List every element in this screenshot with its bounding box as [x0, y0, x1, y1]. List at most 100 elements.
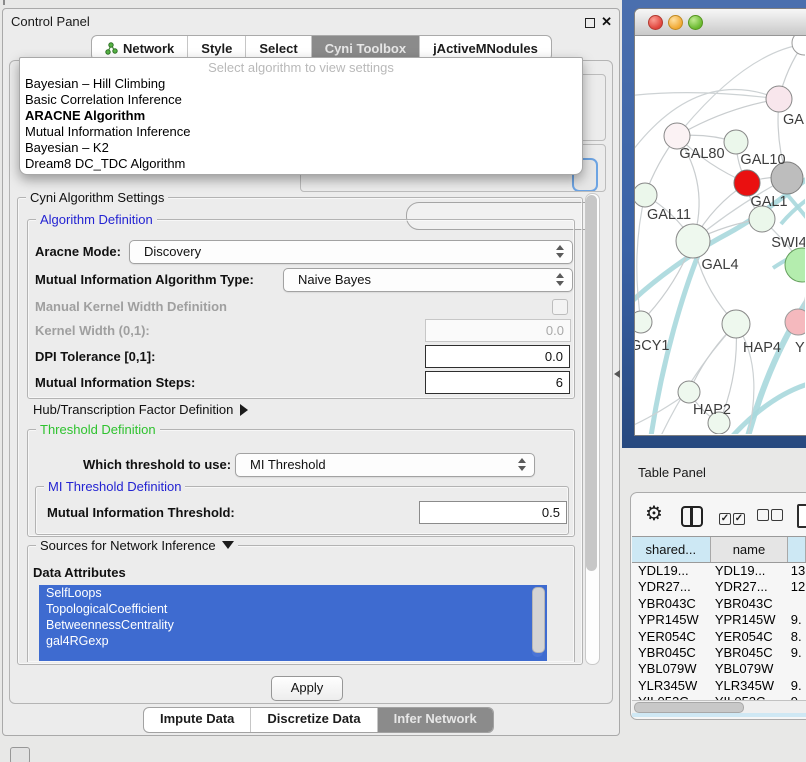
attributes-scrollbar[interactable]: [532, 587, 543, 657]
table-hscrollbar-thumb[interactable]: [634, 702, 744, 713]
algorithm-option-basic-correlation-inference[interactable]: Basic Correlation Inference: [20, 92, 582, 108]
kernel-width-label: Kernel Width (0,1):: [35, 319, 150, 342]
control-panel-window: Control Panel ✕ NetworkStyleSelectCyni T…: [2, 8, 620, 736]
settings-scrollbar-thumb[interactable]: [586, 195, 597, 571]
table-cell: YER054C: [709, 629, 785, 645]
tab-label: Cyni Toolbox: [325, 41, 406, 56]
node-attribute-table[interactable]: shared...nameYDL19...YDL19...13YDR27...Y…: [632, 536, 806, 711]
network-node[interactable]: [792, 36, 805, 55]
node-label-hap4: HAP4: [743, 340, 781, 356]
zoom-traffic-light-icon[interactable]: [688, 15, 703, 30]
table-cell: YER054C: [632, 629, 709, 645]
algorithm-option-mutual-information-inference[interactable]: Mutual Information Inference: [20, 124, 582, 140]
table-row[interactable]: YBR045CYBR045C9.: [632, 645, 806, 661]
split-pane-handle[interactable]: [614, 370, 620, 378]
attribute-item-topologicalcoefficient[interactable]: TopologicalCoefficient: [39, 601, 547, 617]
table-cell: YDR27...: [709, 579, 785, 595]
network-node-gal[interactable]: [766, 86, 792, 112]
table-cell: 9.: [785, 612, 806, 628]
algorithm-dropdown-popup: Select algorithm to view settings Bayesi…: [19, 57, 583, 175]
apply-button[interactable]: Apply: [271, 676, 343, 701]
table-cell: YBR045C: [632, 645, 709, 661]
mi-threshold-field[interactable]: 0.5: [419, 501, 567, 524]
minimize-traffic-light-icon[interactable]: [668, 15, 683, 30]
tab-discretize-data[interactable]: Discretize Data: [250, 708, 376, 732]
table-settings-gear-icon[interactable]: ⚙: [645, 504, 663, 524]
combo-stepper-icon: [556, 245, 564, 258]
column-layout-icon[interactable]: [681, 506, 703, 527]
mi-steps-label: Mutual Information Steps:: [35, 371, 195, 394]
network-window: GALGAL80GAL10GAL1GAL11SWI4GAL4GCY1HAP4YH…: [634, 8, 806, 436]
dpi-tolerance-field[interactable]: 0.0: [425, 345, 570, 368]
network-thick-edge[interactable]: [729, 382, 805, 434]
table-row[interactable]: YER054CYER054C8.: [632, 629, 806, 645]
table-cell: 9.: [785, 645, 806, 661]
tab-infer-network[interactable]: Infer Network: [377, 708, 493, 732]
network-edge[interactable]: [637, 195, 645, 322]
network-node-hap4[interactable]: [722, 310, 750, 338]
which-threshold-label: Which threshold to use:: [83, 453, 231, 476]
float-window-icon[interactable]: [585, 18, 595, 28]
table-hscrollbar[interactable]: [632, 700, 806, 713]
algorithm-option-aracne-algorithm[interactable]: ARACNE Algorithm: [20, 108, 582, 124]
column-header-cut[interactable]: [788, 537, 806, 562]
network-node-gal10[interactable]: [724, 130, 748, 154]
table-cell: YBR043C: [632, 596, 709, 612]
table-cell: YBL079W: [632, 661, 709, 677]
node-label-hap2: HAP2: [693, 402, 731, 418]
table-row[interactable]: YDR27...YDR27...12: [632, 579, 806, 595]
network-node-gal4[interactable]: [676, 224, 710, 258]
network-window-titlebar[interactable]: [635, 9, 806, 36]
column-header-name[interactable]: name: [711, 537, 789, 562]
tab-label: jActiveMNodules: [433, 41, 538, 56]
table-row[interactable]: YPR145WYPR145W9.: [632, 612, 806, 628]
mi-type-value: Naive Bayes: [298, 272, 371, 287]
network-icon: [105, 42, 118, 55]
table-row[interactable]: YDL19...YDL19...13: [632, 563, 806, 579]
algorithm-option-bayesian-hill-climbing[interactable]: Bayesian – Hill Climbing: [20, 76, 582, 92]
mi-steps-field[interactable]: 6: [425, 371, 570, 394]
aracne-mode-combo[interactable]: Discovery: [129, 240, 573, 264]
tab-impute-data[interactable]: Impute Data: [144, 708, 250, 732]
sources-group-toggle[interactable]: Sources for Network Inference: [36, 538, 238, 553]
network-node-gal11[interactable]: [635, 183, 657, 207]
manual-kernel-checkbox[interactable]: [552, 299, 568, 315]
attributes-scrollbar-thumb[interactable]: [532, 587, 545, 653]
column-header-shared-[interactable]: shared...: [632, 537, 711, 562]
table-row[interactable]: YBR043CYBR043C: [632, 596, 806, 612]
tab-label: Select: [259, 41, 297, 56]
algorithm-option-dream8-dc-tdc-algorithm[interactable]: Dream8 DC_TDC Algorithm: [20, 156, 582, 172]
manual-kernel-label: Manual Kernel Width Definition: [35, 299, 227, 315]
tab-label: Style: [201, 41, 232, 56]
algorithm-option-bayesian-k2[interactable]: Bayesian – K2: [20, 140, 582, 156]
node-label-gal10: GAL10: [740, 152, 785, 168]
close-traffic-light-icon[interactable]: [648, 15, 663, 30]
dpi-tolerance-label: DPI Tolerance [0,1]:: [35, 345, 155, 368]
select-all-icon[interactable]: ✓✓: [719, 509, 747, 525]
tab-label: Network: [123, 41, 174, 56]
network-node-gal1[interactable]: [734, 170, 760, 196]
table-row[interactable]: YBL079WYBL079W: [632, 661, 806, 677]
attribute-item-selfloops[interactable]: SelfLoops: [39, 585, 547, 601]
new-table-icon[interactable]: [797, 504, 806, 528]
settings-scrollbar[interactable]: [585, 193, 600, 665]
expanded-arrow-icon: [222, 541, 234, 549]
table-cell: YBL079W: [709, 661, 785, 677]
table-row[interactable]: YLR345WYLR345W9.: [632, 678, 806, 694]
deselect-all-icon[interactable]: [757, 509, 785, 524]
attribute-item-gal4rgexp[interactable]: gal4RGexp: [39, 633, 547, 649]
network-view-frame: GALGAL80GAL10GAL1GAL11SWI4GAL4GCY1HAP4YH…: [622, 0, 806, 448]
network-node-gcy1[interactable]: [635, 311, 652, 333]
attribute-item-betweennesscentrality[interactable]: BetweennessCentrality: [39, 617, 547, 633]
network-canvas[interactable]: GALGAL80GAL10GAL1GAL11SWI4GAL4GCY1HAP4YH…: [635, 36, 805, 434]
mi-threshold-label: Mutual Information Threshold:: [47, 501, 235, 524]
data-attributes-list[interactable]: SelfLoopsTopologicalCoefficientBetweenne…: [39, 585, 547, 661]
network-node[interactable]: [785, 248, 805, 282]
hub-section-toggle[interactable]: Hub/Transcription Factor Definition: [33, 401, 248, 419]
kernel-width-field[interactable]: 0.0: [425, 319, 571, 342]
mi-type-combo[interactable]: Naive Bayes: [283, 268, 573, 292]
close-icon[interactable]: ✕: [601, 14, 612, 30]
which-threshold-combo[interactable]: MI Threshold: [235, 453, 535, 477]
network-node-hap2[interactable]: [678, 381, 700, 403]
minimized-panel-icon[interactable]: [10, 747, 30, 762]
